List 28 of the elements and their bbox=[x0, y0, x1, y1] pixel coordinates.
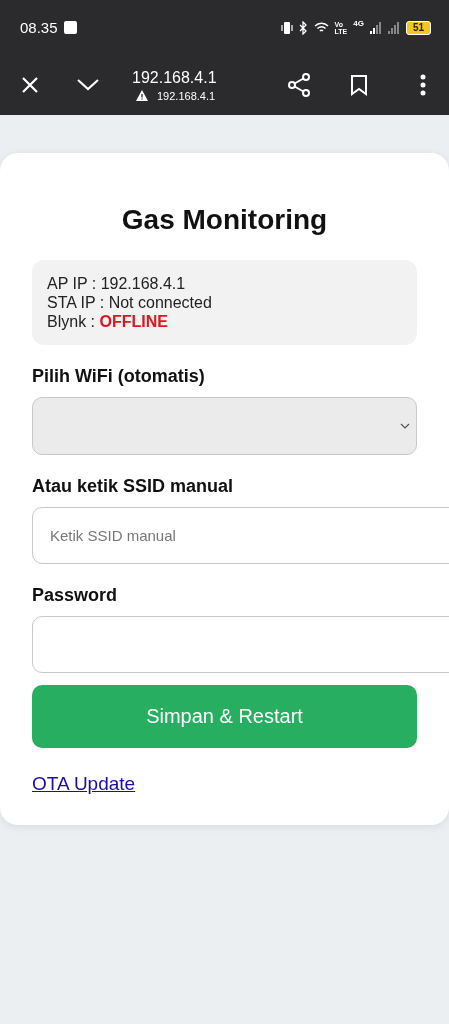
info-line: Blynk : OFFLINE bbox=[47, 312, 169, 331]
ota-link[interactable]: OTA Update bbox=[32, 773, 136, 795]
ssid-field[interactable]: Ketik SSID manual bbox=[32, 507, 449, 564]
warning-icon bbox=[136, 90, 148, 101]
bookmark-icon[interactable] bbox=[350, 74, 368, 96]
field-label: Password bbox=[32, 585, 119, 606]
caret-icon bbox=[400, 423, 410, 429]
clock: 08.35 bbox=[20, 19, 58, 36]
signal-icon bbox=[387, 21, 400, 34]
page-title: 192.168.4.1 bbox=[132, 68, 217, 87]
chevron-down-icon[interactable] bbox=[77, 79, 99, 91]
close-icon[interactable] bbox=[21, 76, 39, 94]
battery-icon: 51 bbox=[405, 20, 431, 35]
wifi-icon bbox=[313, 21, 329, 34]
vibrate-icon bbox=[280, 20, 293, 35]
field-label: Atau ketik SSID manual bbox=[32, 476, 235, 497]
field-label: Pilih WiFi (otomatis) bbox=[32, 366, 206, 387]
page-heading: Gas Monitoring bbox=[120, 204, 329, 236]
bluetooth-icon bbox=[298, 20, 308, 35]
info-line: AP IP : 192.168.4.1 bbox=[47, 274, 187, 293]
signal-icon bbox=[369, 21, 382, 34]
more-icon[interactable] bbox=[420, 74, 426, 96]
notification-icon bbox=[63, 21, 77, 34]
password-field[interactable] bbox=[32, 616, 449, 673]
network-type-label: 4G bbox=[353, 19, 364, 28]
url-text[interactable]: 192.168.4.1 bbox=[157, 89, 216, 102]
info-line: STA IP : Not connected bbox=[47, 293, 213, 312]
share-icon[interactable] bbox=[288, 73, 310, 97]
